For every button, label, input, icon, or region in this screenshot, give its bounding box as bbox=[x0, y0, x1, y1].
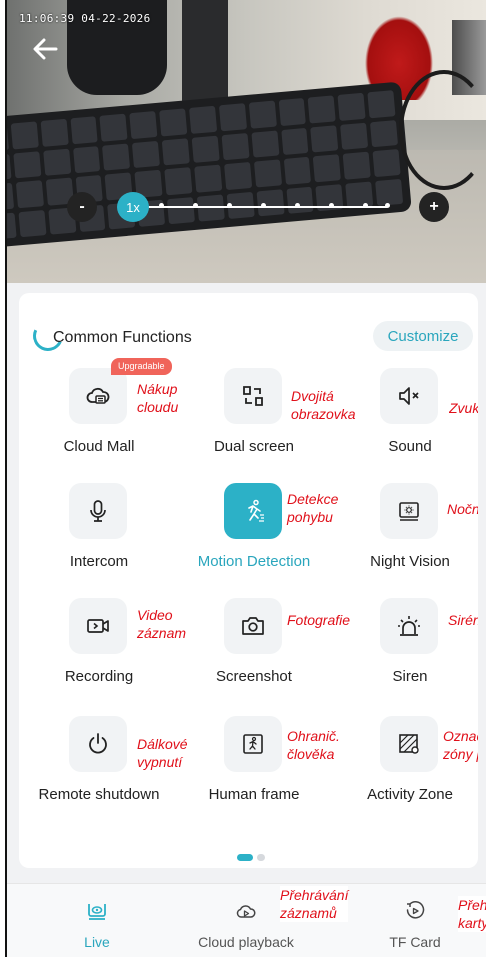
annotation-tf-card: Přeh karty bbox=[458, 896, 486, 932]
video-timestamp: 11:06:39 04-22-2026 bbox=[19, 12, 151, 25]
microphone-icon bbox=[90, 500, 106, 522]
sound-muted-icon bbox=[399, 387, 419, 405]
upgradable-badge: Upgradable bbox=[111, 358, 172, 375]
zoom-tick bbox=[227, 203, 232, 208]
tab-live[interactable]: Live bbox=[42, 894, 152, 954]
zoom-level-thumb[interactable]: 1x bbox=[117, 192, 149, 222]
bottom-tab-bar: Live Cloud playback Přehrávání záznamů T… bbox=[7, 883, 486, 957]
human-frame-tile[interactable] bbox=[224, 716, 282, 772]
siren-tile[interactable] bbox=[380, 598, 438, 654]
intercom-tile[interactable] bbox=[69, 483, 127, 539]
annotation-cloud-mall: Nákup cloudu bbox=[137, 380, 179, 416]
night-vision-tile[interactable] bbox=[380, 483, 438, 539]
annotation-remote-shutdown: Dálkové vypnutí bbox=[137, 735, 188, 771]
customize-button[interactable]: Customize bbox=[373, 321, 473, 351]
zoom-in-button[interactable]: + bbox=[419, 192, 449, 222]
annotation-dual-screen: Dvojitá obrazovka bbox=[291, 387, 356, 423]
function-label: Screenshot bbox=[216, 668, 292, 685]
zoom-out-button[interactable]: - bbox=[67, 192, 97, 222]
annotation-human-frame: Ohranič. člověka bbox=[287, 727, 340, 763]
annotation-activity-zone: Označ zóny p bbox=[443, 727, 478, 763]
section-title: Common Functions bbox=[53, 329, 192, 346]
zoom-tick bbox=[159, 203, 164, 208]
dual-screen-icon bbox=[243, 386, 263, 406]
sound-tile[interactable] bbox=[380, 368, 438, 424]
annotation-cloud-playback: Přehrávání záznamů bbox=[280, 886, 349, 922]
screenshot-tile[interactable] bbox=[224, 598, 282, 654]
motion-detection-tile[interactable] bbox=[224, 483, 282, 539]
tab-label: Cloud playback bbox=[198, 934, 294, 950]
camera-icon bbox=[242, 617, 264, 635]
function-label: Dual screen bbox=[213, 438, 295, 455]
function-intercom[interactable]: Intercom bbox=[39, 483, 159, 583]
activity-zone-icon bbox=[399, 734, 419, 754]
screen-frame-left-border bbox=[5, 0, 7, 957]
function-label: Intercom bbox=[69, 553, 129, 570]
function-label: Activity Zone bbox=[367, 786, 453, 803]
function-label: Recording bbox=[64, 668, 134, 685]
cloud-mall-tile[interactable] bbox=[69, 368, 127, 424]
function-label: Cloud Mall bbox=[63, 438, 135, 455]
video-scene-cable bbox=[399, 70, 486, 190]
tab-label: TF Card bbox=[389, 934, 441, 950]
function-night-vision[interactable]: Night Vision bbox=[350, 483, 470, 583]
zoom-tick bbox=[295, 203, 300, 208]
siren-icon bbox=[398, 616, 420, 636]
zoom-tick bbox=[193, 203, 198, 208]
tab-label: Live bbox=[84, 934, 110, 950]
human-frame-icon bbox=[243, 734, 263, 754]
video-recording-icon bbox=[87, 619, 109, 633]
annotation-recording: Video záznam bbox=[137, 606, 187, 642]
controls-panel: Common Functions Customize Upgradable Cl… bbox=[7, 283, 486, 957]
screen-frame-right bbox=[486, 0, 493, 957]
night-vision-icon bbox=[399, 502, 419, 521]
function-label: Remote shutdown bbox=[38, 786, 160, 803]
annotation-screenshot: Fotografie bbox=[287, 611, 351, 629]
cloud-playback-icon bbox=[236, 905, 256, 918]
function-label: Sound bbox=[388, 438, 432, 455]
function-label: Night Vision bbox=[370, 553, 450, 570]
page-dot[interactable] bbox=[257, 854, 265, 861]
page-dot-active[interactable] bbox=[237, 854, 253, 861]
running-person-icon bbox=[248, 499, 264, 522]
zoom-tick bbox=[329, 203, 334, 208]
remote-shutdown-tile[interactable] bbox=[69, 716, 127, 772]
camera-live-view[interactable]: 11:06:39 04-22-2026 - 1x + bbox=[7, 0, 486, 290]
annotation-night-vision: Noční bbox=[447, 500, 478, 518]
zoom-tick bbox=[363, 203, 368, 208]
recording-tile[interactable] bbox=[69, 598, 127, 654]
annotation-motion-detection: Detekce pohybu bbox=[287, 490, 339, 526]
power-icon bbox=[89, 733, 107, 754]
function-sound[interactable]: Sound bbox=[350, 368, 470, 468]
dual-screen-tile[interactable] bbox=[224, 368, 282, 424]
tab-tf-card[interactable]: TF Card bbox=[360, 894, 470, 954]
function-label: Motion Detection bbox=[197, 553, 311, 570]
zoom-tick bbox=[385, 203, 390, 208]
activity-zone-tile[interactable] bbox=[380, 716, 438, 772]
annotation-siren: Sirén bbox=[448, 611, 478, 629]
cloud-mall-icon bbox=[86, 387, 110, 404]
zoom-tick bbox=[261, 203, 266, 208]
function-label: Human frame bbox=[208, 786, 300, 803]
annotation-sound: Zvuk bbox=[449, 399, 478, 417]
common-functions-card: Common Functions Customize Upgradable Cl… bbox=[19, 293, 478, 868]
tf-card-playback-icon bbox=[406, 901, 425, 919]
zoom-slider[interactable]: - 1x + bbox=[67, 192, 457, 222]
function-label: Siren bbox=[392, 668, 428, 685]
back-arrow-icon[interactable] bbox=[32, 38, 58, 60]
live-camera-icon bbox=[88, 904, 106, 920]
